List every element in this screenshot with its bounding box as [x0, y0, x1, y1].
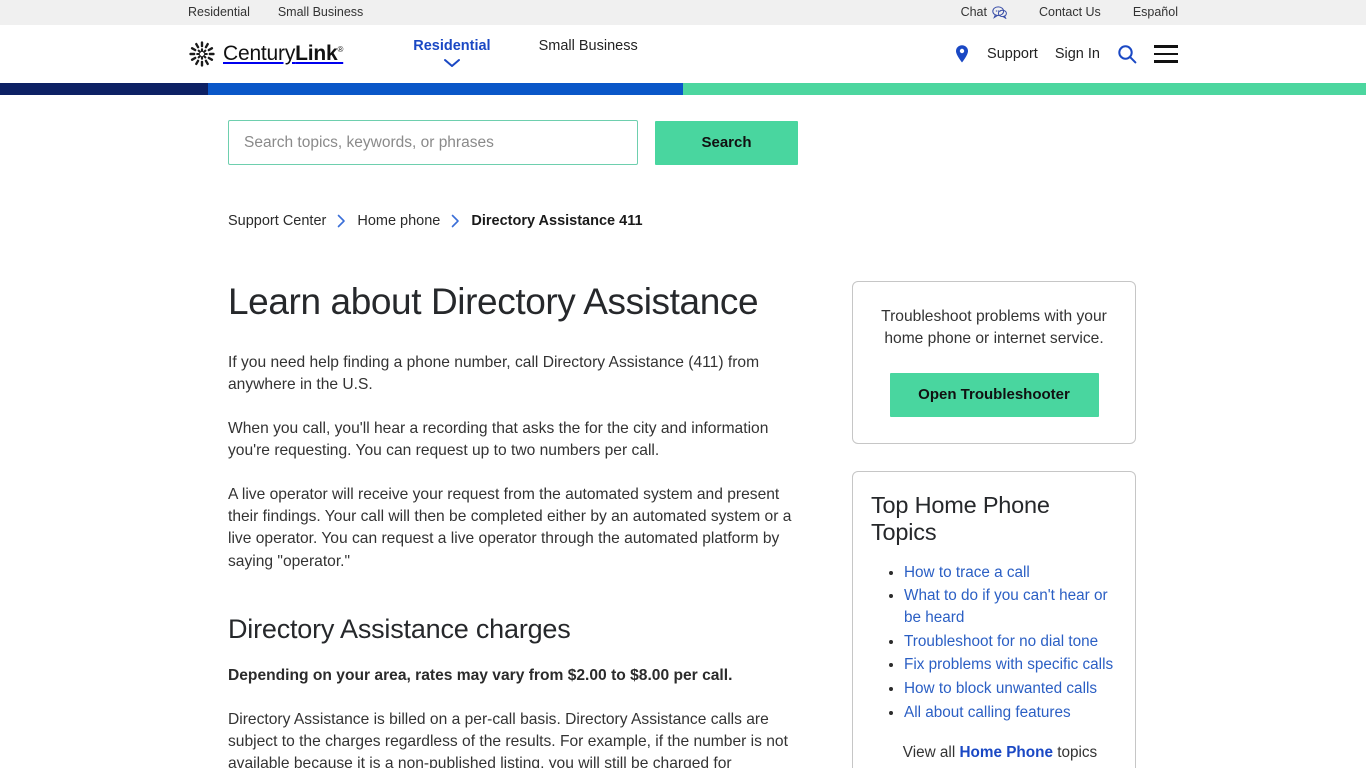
- troubleshoot-card-text: Troubleshoot problems with your home pho…: [881, 308, 1107, 348]
- list-item: What to do if you can't hear or be heard: [904, 585, 1117, 628]
- view-all-prefix: View all: [902, 743, 960, 761]
- troubleshoot-card: Troubleshoot problems with your home pho…: [852, 281, 1136, 444]
- signin-link[interactable]: Sign In: [1055, 46, 1100, 62]
- logo-text-link: Link: [295, 42, 338, 65]
- topic-link-specific-calls[interactable]: Fix problems with specific calls: [904, 656, 1113, 673]
- article-paragraph-1: If you need help finding a phone number,…: [228, 353, 760, 393]
- breadcrumb-item-current: Directory Assistance 411: [471, 213, 643, 229]
- stripe-segment-green: [683, 83, 1366, 95]
- support-link[interactable]: Support: [987, 46, 1038, 62]
- nav-item-residential[interactable]: Residential: [413, 38, 491, 68]
- page-title: Learn about Directory Assistance: [228, 281, 759, 322]
- chevron-right-icon: [338, 214, 346, 228]
- nav-item-small-business-label: Small Business: [538, 38, 638, 54]
- top-topics-list: How to trace a call What to do if you ca…: [871, 562, 1117, 724]
- primary-nav: Residential Small Business: [413, 25, 638, 83]
- list-item: Troubleshoot for no dial tone: [904, 631, 1117, 653]
- espanol-link[interactable]: Español: [1133, 6, 1178, 19]
- chat-bubble-icon: [992, 6, 1007, 19]
- list-item: All about calling features: [904, 702, 1117, 724]
- stripe-segment-blue: [208, 83, 683, 95]
- centurylink-logo[interactable]: CenturyLink®: [188, 40, 343, 68]
- topic-link-calling-features[interactable]: All about calling features: [904, 704, 1071, 721]
- topic-link-block-unwanted[interactable]: How to block unwanted calls: [904, 680, 1097, 697]
- search-button-header[interactable]: [1117, 44, 1137, 64]
- list-item: How to block unwanted calls: [904, 678, 1117, 700]
- hamburger-bar-3: [1154, 60, 1178, 63]
- utility-bar: Residential Small Business Chat Contact …: [0, 0, 1366, 25]
- search-input[interactable]: [228, 120, 638, 165]
- logo-registered-mark: ®: [337, 45, 344, 54]
- article-paragraph-4: Directory Assistance is billed on a per-…: [228, 711, 788, 768]
- view-all-home-phone-link[interactable]: Home Phone: [959, 744, 1053, 761]
- sidebar-column: Troubleshoot problems with your home pho…: [852, 281, 1136, 768]
- chevron-down-icon: [443, 59, 460, 67]
- hamburger-bar-2: [1154, 52, 1178, 56]
- article-paragraph-2: When you call, you'll hear a recording t…: [228, 419, 769, 459]
- centurylink-starburst-icon: [189, 41, 215, 67]
- topic-link-cant-hear[interactable]: What to do if you can't hear or be heard: [904, 587, 1108, 626]
- section-title-charges: Directory Assistance charges: [228, 613, 571, 644]
- view-all-topics: View all Home Phone topics: [871, 744, 1117, 762]
- stripe-segment-navy: [0, 83, 208, 95]
- header-right-actions: Support Sign In: [954, 44, 1178, 64]
- hamburger-menu-icon[interactable]: [1154, 45, 1178, 63]
- nav-item-residential-label: Residential: [413, 38, 491, 54]
- location-pin-button[interactable]: [954, 44, 970, 64]
- search-submit-button[interactable]: Search: [655, 120, 798, 165]
- contact-us-link[interactable]: Contact Us: [1039, 6, 1101, 19]
- hamburger-bar-1: [1154, 45, 1178, 48]
- rates-note: Depending on your area, rates may vary f…: [228, 667, 733, 685]
- page-content: Learn about Directory Assistance If you …: [0, 281, 1366, 768]
- breadcrumb-item-home-phone[interactable]: Home phone: [357, 213, 440, 229]
- list-item: Fix problems with specific calls: [904, 654, 1117, 676]
- main-header: CenturyLink® Residential Small Business …: [0, 25, 1366, 83]
- nav-item-small-business[interactable]: Small Business: [539, 38, 638, 54]
- list-item: How to trace a call: [904, 562, 1117, 584]
- chat-label: Chat: [960, 5, 987, 20]
- logo-text-century: Century: [223, 42, 296, 65]
- breadcrumb-item-support-center[interactable]: Support Center: [228, 213, 326, 229]
- logo-wordmark: CenturyLink®: [223, 42, 343, 66]
- location-pin-icon: [956, 45, 969, 63]
- search-bar: Search: [0, 95, 1366, 165]
- chat-link[interactable]: Chat: [961, 6, 1007, 19]
- chevron-right-icon: [452, 214, 460, 228]
- article-column: Learn about Directory Assistance If you …: [228, 281, 796, 768]
- top-topics-card: Top Home Phone Topics How to trace a cal…: [852, 470, 1136, 768]
- view-all-suffix: topics: [1052, 743, 1098, 761]
- utility-link-residential[interactable]: Residential: [188, 6, 250, 19]
- brand-color-stripe: [0, 83, 1366, 95]
- breadcrumb: Support Center Home phone Directory Assi…: [0, 213, 1366, 229]
- topic-link-trace-a-call[interactable]: How to trace a call: [904, 564, 1030, 581]
- utility-link-small-business[interactable]: Small Business: [278, 6, 363, 19]
- top-topics-card-title: Top Home Phone Topics: [871, 491, 1050, 545]
- article-paragraph-3: A live operator will receive your reques…: [228, 486, 792, 570]
- open-troubleshooter-button[interactable]: Open Troubleshooter: [889, 372, 1099, 417]
- utility-bar-left-links: Residential Small Business: [188, 6, 363, 19]
- search-icon: [1118, 45, 1137, 64]
- utility-bar-right-links: Chat Contact Us Español: [961, 6, 1178, 19]
- topic-link-no-dial-tone[interactable]: Troubleshoot for no dial tone: [904, 633, 1098, 650]
